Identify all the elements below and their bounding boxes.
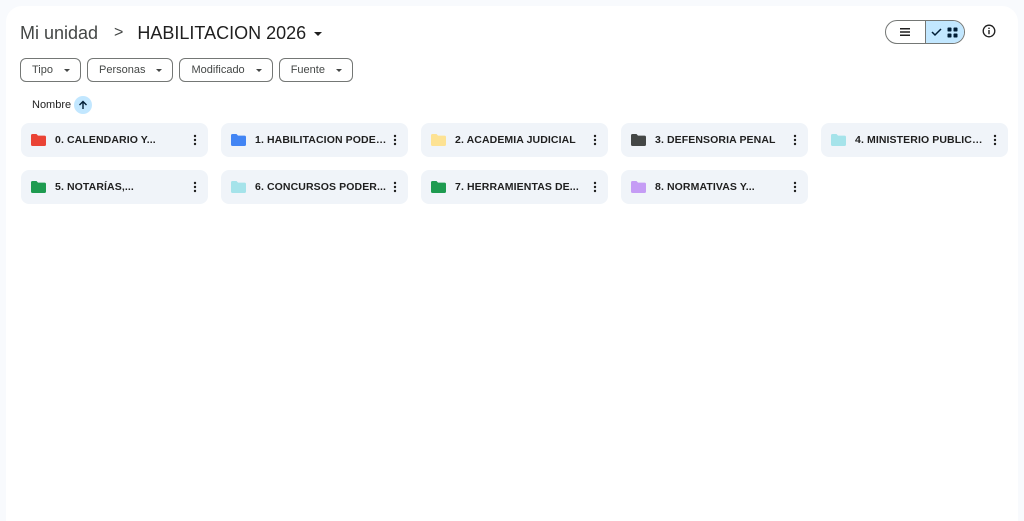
folder-icon	[431, 134, 446, 146]
folder-card[interactable]: 3. DEFENSORIA PENAL	[621, 123, 808, 157]
more-vert-icon	[393, 134, 397, 146]
sort-direction-button[interactable]	[74, 96, 93, 114]
chevron-down-icon	[255, 68, 262, 72]
folder-icon	[231, 181, 246, 193]
more-vert-icon	[393, 181, 397, 193]
more-options-button[interactable]	[188, 131, 202, 149]
caret-down-icon	[314, 32, 323, 36]
more-vert-icon	[593, 134, 597, 146]
folder-name: 6. CONCURSOS PODER...	[255, 181, 387, 193]
folder-icon	[631, 134, 646, 146]
current-folder-title: HABILITACION 2026	[137, 22, 307, 43]
folder-grid: 0. CALENDARIO Y... 1. HABILITACION PODER…	[21, 123, 1008, 204]
folder-name: 3. DEFENSORIA PENAL	[655, 134, 776, 146]
more-options-button[interactable]	[388, 131, 402, 149]
folder-card[interactable]: 0. CALENDARIO Y...	[21, 123, 208, 157]
folder-icon	[31, 134, 46, 146]
filter-label: Fuente	[290, 64, 325, 76]
folder-icon	[831, 134, 846, 146]
breadcrumb-separator: >	[114, 24, 124, 41]
filter-tipo[interactable]: Tipo	[20, 58, 81, 82]
grid-icon	[947, 27, 958, 37]
sort-label[interactable]: Nombre	[32, 99, 71, 111]
more-options-button[interactable]	[788, 131, 802, 149]
folder-name: 7. HERRAMIENTAS DE...	[455, 181, 579, 193]
breadcrumb-current[interactable]: HABILITACION 2026	[137, 22, 323, 44]
check-icon	[931, 28, 942, 37]
more-vert-icon	[993, 134, 997, 146]
more-options-button[interactable]	[588, 178, 602, 196]
main-panel: Mi unidad > HABILITACION 2026 Tipo Perso…	[6, 6, 1018, 521]
filter-label: Personas	[99, 64, 146, 76]
folder-icon	[631, 181, 646, 193]
arrow-up-icon	[79, 100, 88, 109]
folder-card[interactable]: 8. NORMATIVAS Y...	[621, 170, 808, 204]
folder-name: 5. NOTARÍAS,...	[55, 181, 134, 193]
more-vert-icon	[193, 181, 197, 193]
folder-name: 4. MINISTERIO PUBLICO ...	[855, 134, 988, 146]
folder-name: 0. CALENDARIO Y...	[55, 134, 156, 146]
more-options-button[interactable]	[788, 178, 802, 196]
more-options-button[interactable]	[388, 178, 402, 196]
folder-name: 8. NORMATIVAS Y...	[655, 181, 755, 193]
header: Mi unidad > HABILITACION 2026	[20, 18, 1004, 48]
more-vert-icon	[793, 181, 797, 193]
folder-card[interactable]: 1. HABILITACION PODER...	[221, 123, 408, 157]
info-icon	[982, 24, 996, 38]
sort-header: Nombre	[32, 96, 93, 114]
folder-name: 2. ACADEMIA JUDICIAL	[455, 134, 576, 146]
more-options-button[interactable]	[588, 131, 602, 149]
folder-card[interactable]: 4. MINISTERIO PUBLICO ...	[821, 123, 1008, 157]
folder-icon	[431, 181, 446, 193]
filter-modificado[interactable]: Modificado	[179, 58, 273, 82]
folder-card[interactable]: 7. HERRAMIENTAS DE...	[421, 170, 608, 204]
breadcrumb-root[interactable]: Mi unidad	[20, 21, 104, 46]
folder-card[interactable]: 5. NOTARÍAS,...	[21, 170, 208, 204]
more-vert-icon	[593, 181, 597, 193]
view-toggle	[885, 20, 965, 44]
more-vert-icon	[193, 134, 197, 146]
filter-bar: Tipo Personas Modificado Fuente	[20, 58, 353, 82]
folder-icon	[31, 181, 46, 193]
folder-name: 1. HABILITACION PODER...	[255, 134, 388, 146]
chevron-down-icon	[64, 68, 70, 72]
list-view-button[interactable]	[886, 21, 925, 43]
folder-icon	[231, 134, 246, 146]
folder-card[interactable]: 6. CONCURSOS PODER...	[221, 170, 408, 204]
grid-view-button[interactable]	[924, 21, 964, 43]
filter-label: Tipo	[32, 64, 53, 76]
more-options-button[interactable]	[988, 131, 1002, 149]
list-icon	[900, 28, 911, 36]
filter-fuente[interactable]: Fuente	[278, 58, 353, 82]
filter-label: Modificado	[191, 64, 245, 76]
info-button[interactable]	[980, 22, 998, 40]
chevron-down-icon	[335, 68, 342, 72]
folder-card[interactable]: 2. ACADEMIA JUDICIAL	[421, 123, 608, 157]
more-vert-icon	[793, 134, 797, 146]
chevron-down-icon	[156, 68, 163, 72]
filter-personas[interactable]: Personas	[87, 58, 174, 82]
more-options-button[interactable]	[188, 178, 202, 196]
